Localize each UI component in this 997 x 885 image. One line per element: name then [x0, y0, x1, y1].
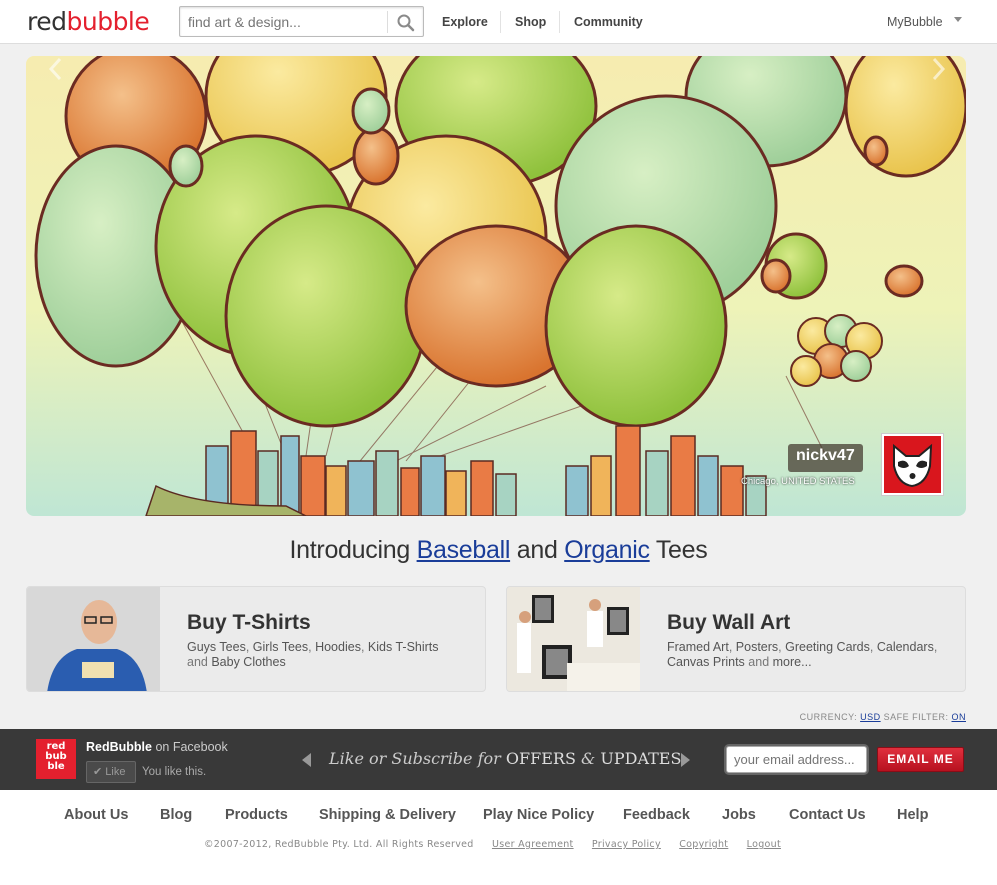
link-framed-art[interactable]: Framed Art: [667, 640, 729, 654]
organic-link[interactable]: Organic: [564, 536, 650, 564]
facebook-title[interactable]: RedBubble on Facebook: [86, 740, 228, 754]
footer-help[interactable]: Help: [897, 807, 928, 823]
footer-feedback[interactable]: Feedback: [623, 807, 690, 823]
nav-explore[interactable]: Explore: [442, 15, 488, 29]
tshirt-model-image: [27, 587, 160, 691]
copyright-line: ©2007-2012, RedBubble Pty. Ltd. All Righ…: [204, 839, 781, 850]
currency-link[interactable]: USD: [860, 712, 881, 722]
chevron-right-icon[interactable]: [680, 753, 690, 767]
tshirts-links: Guys Tees, Girls Tees, Hoodies, Kids T-S…: [187, 640, 439, 669]
link-baby-clothes[interactable]: Baby Clothes: [211, 655, 285, 669]
search-box: [179, 6, 424, 37]
chevron-right-icon[interactable]: [928, 56, 948, 82]
site-header: redbubble Explore Shop Community MyBubbl…: [0, 0, 997, 44]
wallart-title[interactable]: Buy Wall Art: [667, 611, 790, 635]
redbubble-logo[interactable]: redbubble: [27, 7, 150, 36]
wallart-card[interactable]: Buy Wall Art Framed Art, Posters, Greeti…: [506, 586, 966, 692]
chevron-left-icon[interactable]: [302, 753, 312, 767]
safe-filter-link[interactable]: ON: [952, 712, 967, 722]
footer-products[interactable]: Products: [225, 807, 288, 823]
baseball-link[interactable]: Baseball: [417, 536, 511, 564]
chevron-down-icon[interactable]: [954, 17, 962, 22]
wallart-links: Framed Art, Posters, Greeting Cards, Cal…: [667, 640, 938, 669]
offers-text: Like or Subscribe for OFFERS & UPDATES: [329, 749, 682, 768]
footer-contact-us[interactable]: Contact Us: [789, 807, 866, 823]
link-canvas-prints[interactable]: Canvas Prints: [667, 655, 745, 669]
link-hoodies[interactable]: Hoodies: [315, 640, 361, 654]
email-input[interactable]: [726, 746, 867, 773]
footer-shipping[interactable]: Shipping & Delivery: [319, 807, 456, 823]
footer-jobs[interactable]: Jobs: [722, 807, 756, 823]
footer-blog[interactable]: Blog: [160, 807, 192, 823]
artist-avatar[interactable]: [881, 433, 944, 496]
promo-headline: Introducing Baseball and Organic Tees: [289, 536, 708, 564]
nav-community[interactable]: Community: [574, 15, 643, 29]
link-calendars[interactable]: Calendars: [877, 640, 934, 654]
preferences-bar: CURRENCY: USD SAFE FILTER: ON: [799, 712, 967, 722]
wallart-image: [507, 587, 640, 691]
artist-location: Chicago, UNITED STATES: [741, 476, 855, 487]
footer-play-nice[interactable]: Play Nice Policy: [483, 807, 594, 823]
facebook-like-icon: ✔: [93, 766, 103, 778]
footer-about-us[interactable]: About Us: [64, 807, 128, 823]
privacy-policy-link[interactable]: Privacy Policy: [592, 839, 661, 850]
link-kids-tshirts[interactable]: Kids T-Shirts: [368, 640, 439, 654]
user-agreement-link[interactable]: User Agreement: [492, 839, 574, 850]
tshirts-card[interactable]: Buy T-Shirts Guys Tees, Girls Tees, Hood…: [26, 586, 486, 692]
link-girls-tees[interactable]: Girls Tees: [253, 640, 308, 654]
search-divider: [387, 11, 388, 33]
nav-divider: [500, 11, 501, 33]
nav-divider: [559, 11, 560, 33]
copyright-link[interactable]: Copyright: [679, 839, 728, 850]
search-input[interactable]: [188, 13, 383, 31]
site-footer: About Us Blog Products Shipping & Delive…: [0, 790, 997, 885]
artist-name[interactable]: nickv47: [788, 444, 863, 472]
email-me-button[interactable]: EMAIL ME: [877, 747, 964, 772]
redbubble-square-logo[interactable]: red bub ble: [36, 739, 76, 779]
raccoon-avatar-icon: [893, 443, 933, 488]
nav-shop[interactable]: Shop: [515, 15, 546, 29]
search-button[interactable]: [392, 11, 420, 33]
facebook-like-status: You like this.: [142, 766, 207, 778]
search-icon: [397, 14, 415, 32]
link-more[interactable]: more...: [773, 655, 812, 669]
chevron-left-icon[interactable]: [46, 56, 66, 82]
facebook-like-button[interactable]: ✔ Like: [86, 761, 136, 783]
facebook-bar: red bub ble RedBubble on Facebook ✔ Like…: [0, 729, 997, 790]
link-posters[interactable]: Posters: [736, 640, 778, 654]
link-guys-tees[interactable]: Guys Tees: [187, 640, 246, 654]
logout-link[interactable]: Logout: [747, 839, 781, 850]
link-greeting-cards[interactable]: Greeting Cards: [785, 640, 870, 654]
account-menu[interactable]: MyBubble: [887, 15, 943, 29]
hero-banner[interactable]: nickv47 Chicago, UNITED STATES: [26, 56, 966, 516]
tshirts-title[interactable]: Buy T-Shirts: [187, 611, 311, 635]
